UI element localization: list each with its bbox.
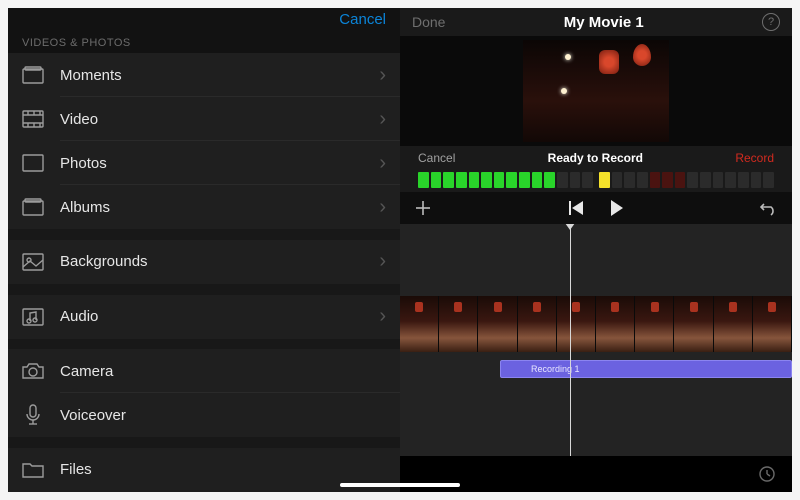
menu-item-albums[interactable]: Albums › xyxy=(8,185,400,229)
record-cancel-button[interactable]: Cancel xyxy=(418,151,455,165)
camera-icon xyxy=(22,360,44,382)
record-controls-row: Cancel Ready to Record Record xyxy=(400,146,792,170)
clip-thumbnail[interactable] xyxy=(674,296,713,352)
meter-left-channel xyxy=(418,172,593,188)
picker-cancel-button[interactable]: Cancel xyxy=(339,11,386,28)
timeline[interactable]: Recording 1 xyxy=(400,224,792,456)
video-icon xyxy=(22,108,44,130)
preview-frame xyxy=(523,40,669,142)
clip-thumbnail[interactable] xyxy=(596,296,635,352)
audio-icon xyxy=(22,306,44,328)
preview-area xyxy=(400,36,792,146)
menu-item-photos[interactable]: Photos › xyxy=(8,141,400,185)
clip-settings-button[interactable] xyxy=(758,465,776,483)
clip-thumbnail[interactable] xyxy=(518,296,557,352)
undo-button[interactable] xyxy=(760,200,778,216)
menu-item-label: Moments xyxy=(60,67,375,84)
section-header-videos-photos: VIDEOS & PHOTOS xyxy=(8,31,400,53)
files-icon xyxy=(22,459,44,481)
chevron-right-icon: › xyxy=(379,196,386,219)
clip-thumbnail[interactable] xyxy=(478,296,517,352)
chevron-right-icon: › xyxy=(379,152,386,175)
menu-item-label: Audio xyxy=(60,308,375,325)
clip-thumbnail[interactable] xyxy=(714,296,753,352)
clip-thumbnail[interactable] xyxy=(753,296,792,352)
play-button[interactable] xyxy=(611,200,623,216)
chevron-right-icon: › xyxy=(379,64,386,87)
record-button[interactable]: Record xyxy=(735,151,774,165)
menu-item-label: Backgrounds xyxy=(60,253,375,270)
video-track[interactable] xyxy=(400,296,792,352)
menu-item-label: Files xyxy=(60,461,386,478)
menu-item-label: Voiceover xyxy=(60,407,386,424)
chevron-right-icon: › xyxy=(379,108,386,131)
done-button[interactable]: Done xyxy=(412,14,445,30)
menu-item-camera[interactable]: Camera xyxy=(8,349,400,393)
menu-item-label: Photos xyxy=(60,155,375,172)
transport-bar xyxy=(400,192,792,224)
home-indicator[interactable] xyxy=(340,483,460,487)
clip-thumbnail[interactable] xyxy=(557,296,596,352)
audio-clip-recording-1[interactable]: Recording 1 xyxy=(500,360,792,378)
chevron-right-icon: › xyxy=(379,305,386,328)
picker-header: Cancel xyxy=(8,8,400,31)
editor-header: Done My Movie 1 ? xyxy=(400,8,792,36)
voiceover-icon xyxy=(22,404,44,426)
help-button[interactable]: ? xyxy=(762,13,780,31)
menu-item-voiceover[interactable]: Voiceover xyxy=(8,393,400,437)
meter-right-channel xyxy=(599,172,774,188)
clip-thumbnail[interactable] xyxy=(400,296,439,352)
add-media-button[interactable] xyxy=(414,199,432,217)
editor-panel: Done My Movie 1 ? Cancel Ready to Record… xyxy=(400,8,792,492)
skip-back-button[interactable] xyxy=(569,201,585,215)
clip-thumbnail[interactable] xyxy=(439,296,478,352)
record-status: Ready to Record xyxy=(548,151,643,165)
albums-icon xyxy=(22,196,44,218)
audio-level-meter xyxy=(400,170,792,192)
photos-icon xyxy=(22,152,44,174)
menu-item-label: Albums xyxy=(60,199,375,216)
menu-item-video[interactable]: Video › xyxy=(8,97,400,141)
menu-item-label: Camera xyxy=(60,363,386,380)
media-picker-panel: Cancel VIDEOS & PHOTOS Moments › xyxy=(8,8,400,492)
menu-item-label: Video xyxy=(60,111,375,128)
menu-item-backgrounds[interactable]: Backgrounds › xyxy=(8,240,400,284)
moments-icon xyxy=(22,64,44,86)
backgrounds-icon xyxy=(22,251,44,273)
project-title: My Movie 1 xyxy=(564,14,644,31)
play-icon xyxy=(611,200,623,216)
menu-item-moments[interactable]: Moments › xyxy=(8,53,400,97)
chevron-right-icon: › xyxy=(379,250,386,273)
menu-item-audio[interactable]: Audio › xyxy=(8,295,400,339)
clip-thumbnail[interactable] xyxy=(635,296,674,352)
